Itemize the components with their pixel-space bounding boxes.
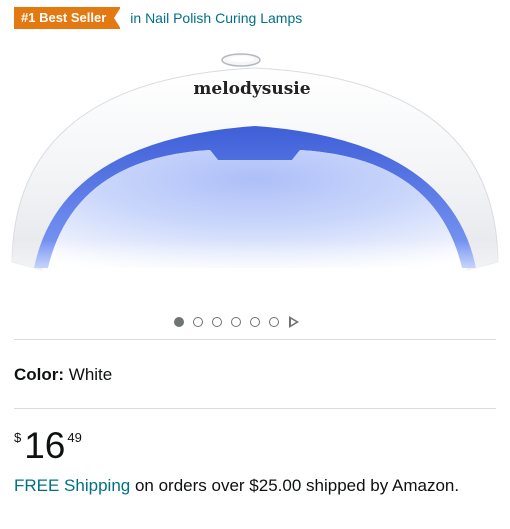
play-icon[interactable] — [289, 316, 299, 328]
divider — [14, 408, 496, 409]
brand-logo: melodysusie — [193, 79, 310, 99]
price-symbol: $ — [14, 430, 22, 445]
carousel-dot[interactable] — [231, 317, 241, 327]
divider — [14, 339, 496, 340]
price-fraction: 49 — [67, 430, 82, 445]
image-carousel-indicators — [174, 315, 299, 329]
nail-lamp-image: melodysusie — [0, 53, 510, 290]
carousel-dot[interactable] — [174, 317, 184, 327]
carousel-dot[interactable] — [250, 317, 260, 327]
price: $ 16 49 — [14, 426, 82, 470]
carousel-dot[interactable] — [212, 317, 222, 327]
free-shipping-link[interactable]: FREE Shipping — [14, 476, 130, 495]
product-image[interactable]: melodysusie — [0, 40, 510, 290]
carousel-dot[interactable] — [193, 317, 203, 327]
color-label: Color: — [14, 365, 65, 384]
best-seller-badge[interactable]: #1 Best Seller — [14, 7, 122, 29]
carousel-dot[interactable] — [269, 317, 279, 327]
color-value: White — [68, 365, 113, 384]
color-selector[interactable]: Color: White — [14, 364, 112, 386]
price-whole: 16 — [24, 425, 66, 466]
best-seller-category-link[interactable]: in Nail Polish Curing Lamps — [130, 7, 302, 29]
shipping-text: on orders over $25.00 shipped by Amazon. — [130, 476, 460, 495]
best-seller-row: #1 Best Seller in Nail Polish Curing Lam… — [14, 7, 302, 29]
shipping-info: FREE Shipping on orders over $25.00 ship… — [14, 474, 496, 498]
